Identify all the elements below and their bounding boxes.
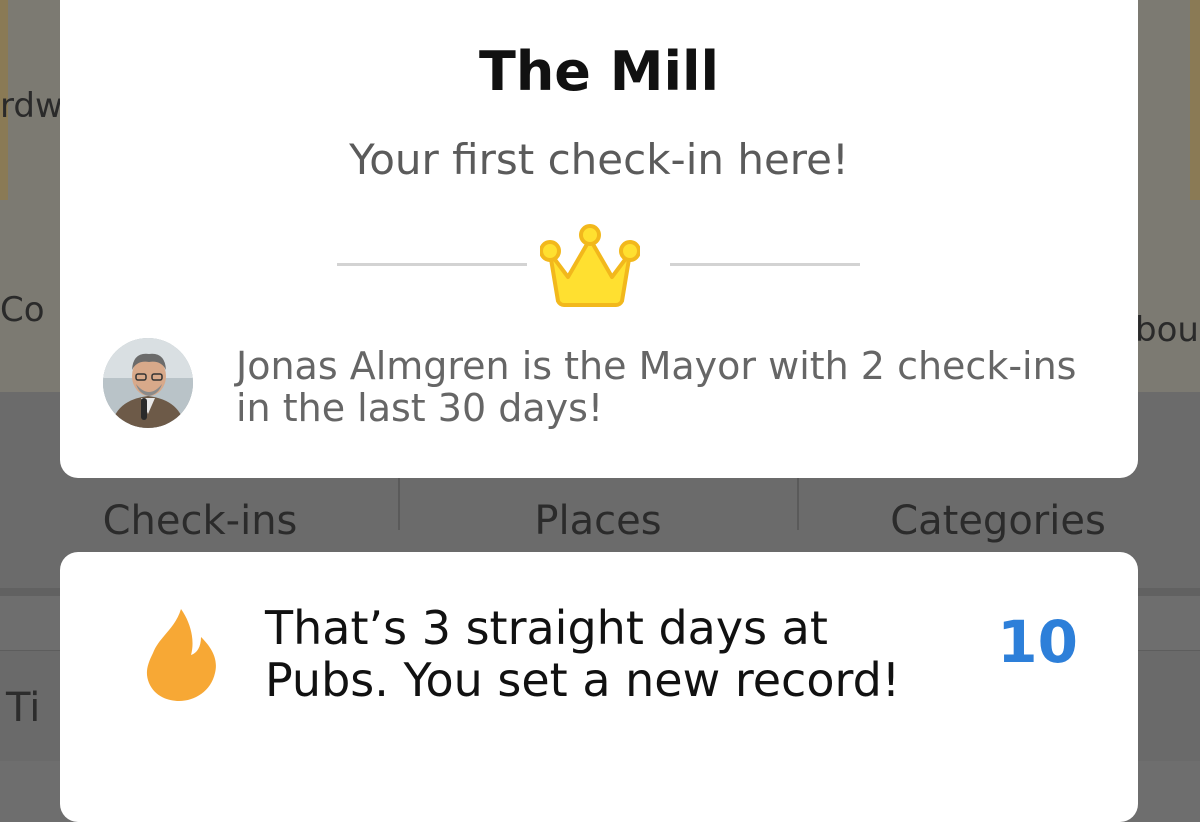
- coins-earned: 10: [997, 608, 1078, 676]
- mayor-message: Jonas Almgren is the Mayor with 2 check-…: [236, 344, 1077, 430]
- mayor-avatar[interactable]: [103, 338, 193, 428]
- stat-checkins-label: Check-ins: [102, 498, 298, 544]
- crown-icon: [540, 224, 640, 307]
- person-icon: [103, 338, 193, 428]
- stat-categories-label: Categories: [890, 498, 1106, 544]
- map-label: Co: [0, 290, 45, 330]
- mayor-card[interactable]: The Mill Your first check-in here! Jonas…: [60, 0, 1138, 478]
- streak-message: That’s 3 straight days at Pubs. You set …: [265, 601, 901, 707]
- venue-title: The Mill: [479, 40, 719, 103]
- map-road: [1190, 0, 1200, 200]
- flame-icon: [146, 609, 216, 701]
- map-label: bou: [1135, 310, 1199, 350]
- divider-right: [670, 263, 860, 266]
- streak-card[interactable]: That’s 3 straight days at Pubs. You set …: [60, 552, 1138, 822]
- background-row-label: Ti: [6, 685, 41, 731]
- first-checkin-subtitle: Your first check-in here!: [349, 135, 849, 184]
- stat-places-label: Places: [534, 498, 662, 544]
- divider-left: [337, 263, 527, 266]
- map-label: rdw: [0, 86, 63, 126]
